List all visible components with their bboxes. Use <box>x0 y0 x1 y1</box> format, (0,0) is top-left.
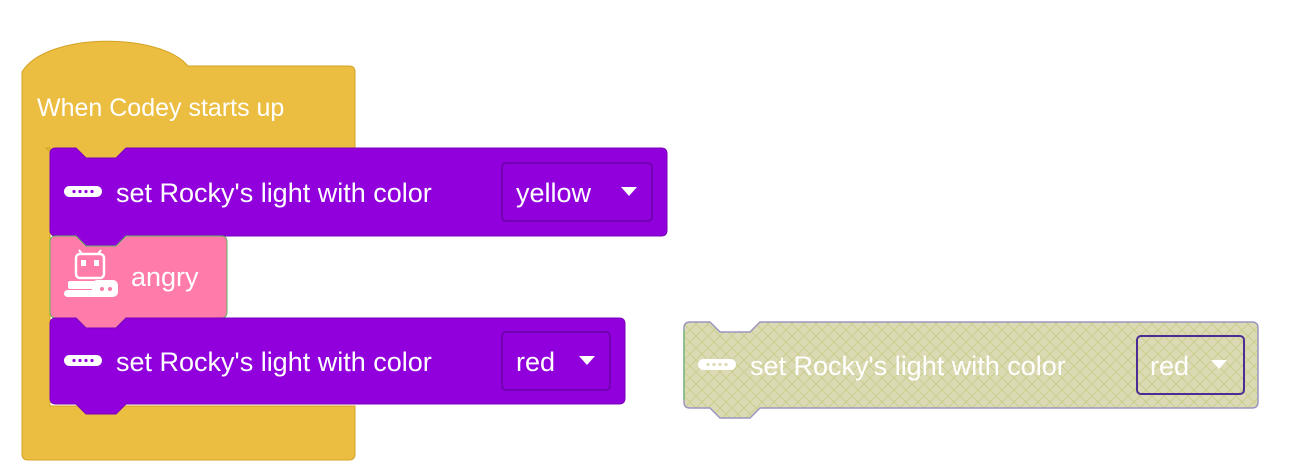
angry-label: angry <box>131 262 199 292</box>
rocky-light-icon <box>64 186 102 197</box>
hat-block-label: When Codey starts up <box>37 94 284 122</box>
angry-emotion-block[interactable]: angry <box>49 235 228 329</box>
detached-set-rocky-light-block[interactable]: set Rocky's light with color red <box>683 321 1259 419</box>
rocky-light-icon <box>64 355 102 366</box>
set-rocky-light-label: set Rocky's light with color <box>116 178 432 208</box>
rocky-light-icon <box>698 359 736 370</box>
color-dropdown-yellow[interactable]: yellow <box>501 162 653 222</box>
set-rocky-light-block-red[interactable]: set Rocky's light with color red <box>49 317 626 415</box>
detached-block-label: set Rocky's light with color <box>750 351 1066 381</box>
set-rocky-light-label: set Rocky's light with color <box>116 347 432 377</box>
detached-dropdown-value: red <box>1150 351 1189 381</box>
color-dropdown-red[interactable]: red <box>501 331 611 391</box>
color-dropdown-value: yellow <box>516 178 592 208</box>
color-dropdown-value: red <box>516 347 555 377</box>
set-rocky-light-block-yellow[interactable]: set Rocky's light with color yellow <box>49 147 668 247</box>
